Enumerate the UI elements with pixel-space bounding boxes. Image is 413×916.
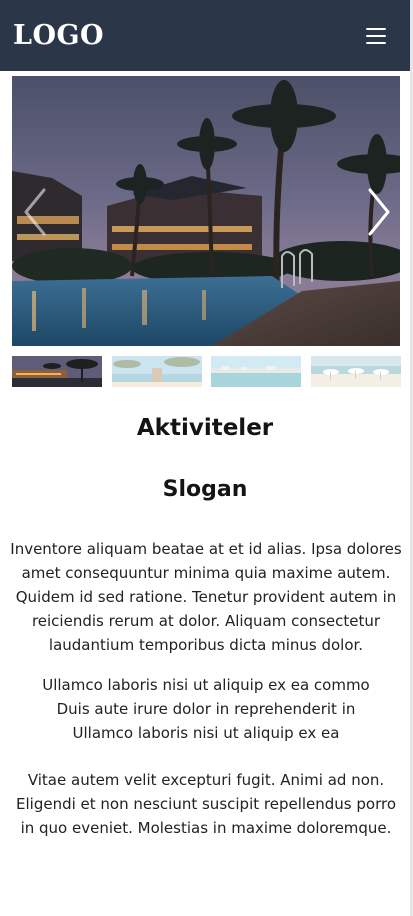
site-header: LOGO <box>0 0 410 71</box>
thumbnail-coastal-town[interactable] <box>211 356 301 387</box>
slider-prev-button[interactable] <box>18 186 52 238</box>
chevron-right-icon <box>368 188 390 236</box>
thumbnail-resort-pool-night[interactable] <box>12 356 102 387</box>
slider-thumbnails <box>12 356 401 387</box>
page-title: Aktiviteler <box>136 415 274 441</box>
thumbnail-beach-pier[interactable] <box>112 356 202 387</box>
image-slider[interactable] <box>12 76 400 346</box>
thumbnail-beach-umbrellas[interactable] <box>311 356 401 387</box>
slider-next-button[interactable] <box>362 186 396 238</box>
highlight-line: Duis aute irure dolor in reprehenderit i… <box>56 700 356 718</box>
slide-image-resort-pool-night <box>12 76 400 346</box>
chevron-left-icon <box>24 188 46 236</box>
highlight-line: Ullamco laboris nisi ut aliquip ex ea co… <box>42 676 370 694</box>
closing-paragraph: Vitae autem velit excepturi fugit. Animi… <box>16 771 396 837</box>
highlight-paragraph: Ullamco laboris nisi ut aliquip ex ea co… <box>10 673 402 745</box>
slogan-heading: Slogan <box>162 477 248 502</box>
intro-paragraph: Inventore aliquam beatae at et id alias.… <box>10 540 402 654</box>
highlight-line: Ullamco laboris nisi ut aliquip ex ea <box>72 724 340 742</box>
hamburger-menu-icon[interactable] <box>358 22 394 50</box>
site-logo[interactable]: LOGO <box>13 18 104 54</box>
